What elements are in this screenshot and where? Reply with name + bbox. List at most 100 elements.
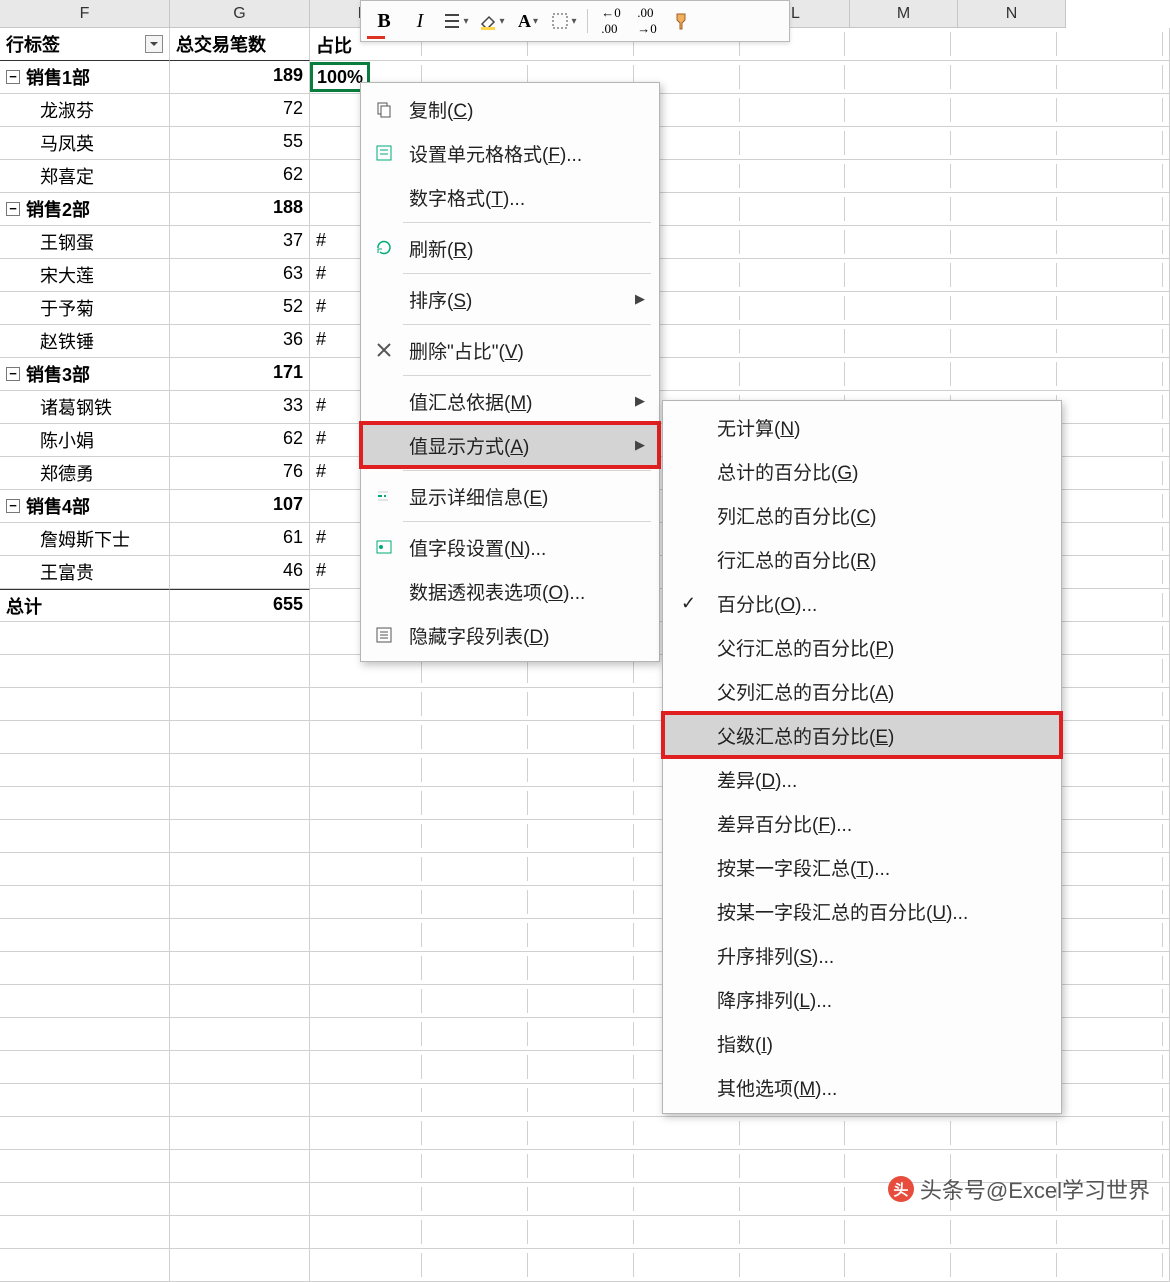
submenu-item-label: 列汇总的百分比(C): [717, 502, 876, 529]
pivot-value[interactable]: 36: [170, 325, 310, 358]
increase-decimal-button[interactable]: ←0.00: [596, 6, 626, 36]
toolbar-separator: [587, 9, 588, 33]
submenu-item-label: 差异百分比(F)...: [717, 810, 852, 837]
pivot-value[interactable]: 55: [170, 127, 310, 160]
menu-numberFormat[interactable]: 数字格式(T)...: [361, 175, 659, 219]
menu-item-label: 值汇总依据(M): [409, 388, 532, 415]
menu-item-label: 设置单元格格式(F)...: [409, 140, 582, 167]
submenu-item[interactable]: 行汇总的百分比(R): [663, 537, 1061, 581]
submenu-item[interactable]: 按某一字段汇总的百分比(U)...: [663, 889, 1061, 933]
pivot-item[interactable]: 马凤英: [0, 127, 170, 160]
refresh-icon: [373, 237, 395, 259]
submenu-item[interactable]: 父行汇总的百分比(P): [663, 625, 1061, 669]
submenu-item-label: 按某一字段汇总(T)...: [717, 854, 890, 881]
italic-button[interactable]: I: [405, 6, 435, 36]
x-icon: [373, 339, 395, 361]
align-button[interactable]: ▾: [441, 6, 471, 36]
pivot-item[interactable]: 郑喜定: [0, 160, 170, 193]
column-header-F[interactable]: F: [0, 0, 170, 28]
menu-copy[interactable]: 复制(C): [361, 87, 659, 131]
pivot-group[interactable]: −销售3部: [0, 358, 170, 391]
pivot-item[interactable]: 诸葛钢铁: [0, 391, 170, 424]
pivot-value[interactable]: 62: [170, 424, 310, 457]
collapse-icon[interactable]: −: [6, 367, 20, 381]
pivot-group[interactable]: −销售2部: [0, 193, 170, 226]
pivot-value[interactable]: 72: [170, 94, 310, 127]
column-header-M[interactable]: M: [850, 0, 958, 28]
pivot-item[interactable]: 王富贵: [0, 556, 170, 589]
pivot-item[interactable]: 詹姆斯下士: [0, 523, 170, 556]
menu-formatCells[interactable]: 设置单元格格式(F)...: [361, 131, 659, 175]
font-color-button[interactable]: A ▾: [513, 6, 543, 36]
fill-color-button[interactable]: ▾: [477, 6, 507, 36]
menu-fieldSettings[interactable]: 值字段设置(N)...: [361, 525, 659, 569]
menu-remove[interactable]: 删除"占比"(V): [361, 328, 659, 372]
submenu-item[interactable]: 父列汇总的百分比(A): [663, 669, 1061, 713]
pivot-item[interactable]: 陈小娟: [0, 424, 170, 457]
pivot-value[interactable]: 61: [170, 523, 310, 556]
submenu-item[interactable]: 父级汇总的百分比(E): [663, 713, 1061, 757]
show-values-as-submenu: 无计算(N)总计的百分比(G) 列汇总的百分比(C) 行汇总的百分比(R)✓百分比(…: [662, 400, 1062, 1114]
submenu-item[interactable]: 无计算(N): [663, 405, 1061, 449]
submenu-item[interactable]: 按某一字段汇总(T)...: [663, 845, 1061, 889]
collapse-icon[interactable]: −: [6, 499, 20, 513]
pivot-value[interactable]: 33: [170, 391, 310, 424]
grand-total-label[interactable]: 总计: [0, 589, 170, 622]
menu-pivotOptions[interactable]: 数据透视表选项(O)...: [361, 569, 659, 613]
format-painter-button[interactable]: [668, 6, 698, 36]
pivot-value[interactable]: 62: [170, 160, 310, 193]
borders-button[interactable]: ▾: [549, 6, 579, 36]
pivot-value[interactable]: 76: [170, 457, 310, 490]
pivot-group[interactable]: −销售1部: [0, 61, 170, 94]
pivot-item[interactable]: 郑德勇: [0, 457, 170, 490]
submenu-item[interactable]: 总计的百分比(G): [663, 449, 1061, 493]
pivot-item[interactable]: 龙淑芬: [0, 94, 170, 127]
filter-dropdown-button[interactable]: [145, 35, 163, 53]
collapse-icon[interactable]: −: [6, 70, 20, 84]
submenu-item[interactable]: 列汇总的百分比(C): [663, 493, 1061, 537]
submenu-item-label: 百分比(O)...: [717, 590, 817, 617]
mini-toolbar: B I ▾ ▾ A ▾ ▾ ←0.00 .00→0: [360, 0, 790, 42]
border-icon: [551, 12, 569, 30]
pivot-value[interactable]: 37: [170, 226, 310, 259]
menu-refresh[interactable]: 刷新(R): [361, 226, 659, 270]
pivot-item[interactable]: 王钢蛋: [0, 226, 170, 259]
submenu-item[interactable]: ✓百分比(O)...: [663, 581, 1061, 625]
pivot-total-header[interactable]: 总交易笔数: [170, 28, 310, 61]
submenu-item[interactable]: 指数(I): [663, 1021, 1061, 1065]
submenu-item[interactable]: 降序排列(L)...: [663, 977, 1061, 1021]
pivot-group[interactable]: −销售4部: [0, 490, 170, 523]
menu-details[interactable]: 显示详细信息(E): [361, 474, 659, 518]
submenu-item-label: 父行汇总的百分比(P): [717, 634, 894, 661]
submenu-item[interactable]: 升序排列(S)...: [663, 933, 1061, 977]
column-header-N[interactable]: N: [958, 0, 1066, 28]
pivot-item[interactable]: 于予菊: [0, 292, 170, 325]
column-header-G[interactable]: G: [170, 0, 310, 28]
menu-summarize[interactable]: 值汇总依据(M)▶: [361, 379, 659, 423]
pivot-value[interactable]: 52: [170, 292, 310, 325]
pivot-value[interactable]: 171: [170, 358, 310, 391]
menu-hideFieldList[interactable]: 隐藏字段列表(D): [361, 613, 659, 657]
pivot-value[interactable]: 188: [170, 193, 310, 226]
pivot-value[interactable]: 189: [170, 61, 310, 94]
submenu-item[interactable]: 差异(D)...: [663, 757, 1061, 801]
brush-icon: [673, 11, 693, 31]
pivot-item[interactable]: 赵铁锤: [0, 325, 170, 358]
details-icon: [373, 485, 395, 507]
menu-showAs[interactable]: 值显示方式(A)▶: [361, 423, 659, 467]
list-icon: [373, 624, 395, 646]
menu-item-label: 刷新(R): [409, 235, 473, 262]
pivot-row-label-header[interactable]: 行标签: [0, 28, 170, 61]
bold-button[interactable]: B: [369, 6, 399, 36]
decrease-decimal-button[interactable]: .00→0: [632, 6, 662, 36]
menu-sort[interactable]: 排序(S)▶: [361, 277, 659, 321]
submenu-item[interactable]: 差异百分比(F)...: [663, 801, 1061, 845]
pivot-value[interactable]: 63: [170, 259, 310, 292]
collapse-icon[interactable]: −: [6, 202, 20, 216]
pivot-value[interactable]: 46: [170, 556, 310, 589]
submenu-item[interactable]: 其他选项(M)...: [663, 1065, 1061, 1109]
pivot-item[interactable]: 宋大莲: [0, 259, 170, 292]
grand-total-value[interactable]: 655: [170, 589, 310, 622]
watermark-icon: 头: [888, 1176, 914, 1202]
pivot-value[interactable]: 107: [170, 490, 310, 523]
